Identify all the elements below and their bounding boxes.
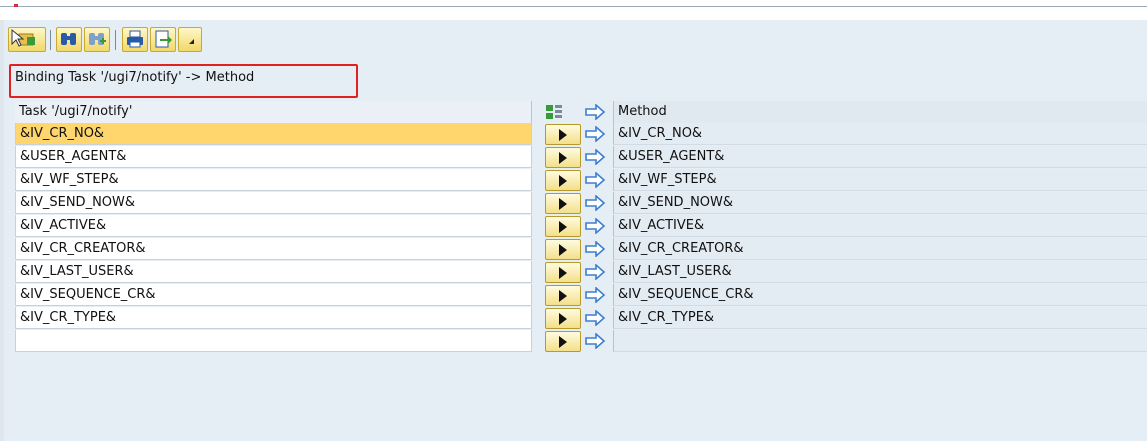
- more-options-button[interactable]: [178, 27, 202, 52]
- row-controls: [532, 123, 613, 145]
- execute-button[interactable]: [545, 239, 581, 260]
- change-button[interactable]: [8, 27, 46, 52]
- row-controls: [532, 238, 613, 260]
- task-column-header: Task '/ugi7/notify': [15, 101, 532, 123]
- method-cell: &IV_LAST_USER&: [613, 261, 1147, 283]
- execute-button[interactable]: [545, 124, 581, 145]
- play-icon: [559, 290, 567, 302]
- table-row[interactable]: [15, 330, 1147, 353]
- row-controls: [532, 307, 613, 329]
- table-row[interactable]: &USER_AGENT& &USER_AGENT&: [15, 146, 1147, 169]
- method-cell: &IV_CR_CREATOR&: [613, 238, 1147, 260]
- arrow-right-icon: [585, 264, 606, 280]
- arrow-right-icon: [585, 287, 606, 303]
- arrow-right-icon: [585, 310, 606, 326]
- arrow-right-icon: [585, 172, 606, 188]
- grid-settings-icon[interactable]: [544, 102, 564, 122]
- play-icon: [559, 129, 567, 141]
- table-header: Task '/ugi7/notify' Method: [15, 101, 1147, 123]
- execute-button[interactable]: [545, 285, 581, 306]
- task-cell[interactable]: &IV_ACTIVE&: [15, 215, 532, 237]
- method-cell: [613, 330, 1147, 352]
- row-controls: [532, 146, 613, 168]
- arrow-right-icon: [585, 104, 606, 120]
- print-icon: [127, 30, 143, 48]
- play-icon: [559, 175, 567, 187]
- execute-button[interactable]: [545, 147, 581, 168]
- highlight-box: [9, 64, 358, 98]
- print-button[interactable]: [122, 27, 148, 52]
- row-controls: [532, 192, 613, 214]
- table-row[interactable]: &IV_SEND_NOW& &IV_SEND_NOW&: [15, 192, 1147, 215]
- find-next-button[interactable]: [84, 27, 110, 52]
- task-cell[interactable]: &IV_CR_CREATOR&: [15, 238, 532, 260]
- method-cell: &IV_CR_NO&: [613, 123, 1147, 145]
- toolbar-separator: [115, 30, 116, 50]
- row-controls: [532, 261, 613, 283]
- execute-button[interactable]: [545, 262, 581, 283]
- arrow-right-icon: [585, 195, 606, 211]
- toolbar-separator: [50, 30, 51, 50]
- find-button[interactable]: [56, 27, 82, 52]
- task-cell[interactable]: &IV_SEND_NOW&: [15, 192, 532, 214]
- execute-button[interactable]: [545, 216, 581, 237]
- play-icon: [559, 244, 567, 256]
- play-icon: [559, 198, 567, 210]
- method-column-header: Method: [613, 101, 1147, 123]
- top-red-marker: [14, 4, 18, 7]
- play-icon: [559, 313, 567, 325]
- method-cell: &IV_SEQUENCE_CR&: [613, 284, 1147, 306]
- method-cell: &USER_AGENT&: [613, 146, 1147, 168]
- execute-button[interactable]: [545, 331, 581, 352]
- execute-button[interactable]: [545, 193, 581, 214]
- arrow-right-icon: [585, 333, 606, 349]
- table-row[interactable]: &IV_LAST_USER& &IV_LAST_USER&: [15, 261, 1147, 284]
- task-cell[interactable]: &IV_CR_NO&: [15, 123, 532, 145]
- sap-workflow-binding-screen: Binding Task '/ugi7/notify' -> Method Ta…: [0, 0, 1147, 441]
- table-row[interactable]: &IV_WF_STEP& &IV_WF_STEP&: [15, 169, 1147, 192]
- play-icon: [559, 221, 567, 233]
- table-row[interactable]: &IV_CR_CREATOR& &IV_CR_CREATOR&: [15, 238, 1147, 261]
- row-controls: [532, 330, 613, 352]
- arrow-right-icon: [585, 126, 606, 142]
- export-button[interactable]: [150, 27, 176, 52]
- header-controls: [532, 101, 613, 123]
- play-icon: [559, 267, 567, 279]
- change-icon: [11, 28, 35, 47]
- task-cell[interactable]: &IV_SEQUENCE_CR&: [15, 284, 532, 306]
- arrow-right-icon: [585, 149, 606, 165]
- find-next-icon: [89, 33, 106, 45]
- task-cell[interactable]: &IV_CR_TYPE&: [15, 307, 532, 329]
- task-cell[interactable]: [15, 330, 532, 352]
- method-cell: &IV_WF_STEP&: [613, 169, 1147, 191]
- row-controls: [532, 169, 613, 191]
- table-row[interactable]: &IV_CR_NO& &IV_CR_NO&: [15, 123, 1147, 146]
- table-row[interactable]: &IV_ACTIVE& &IV_ACTIVE&: [15, 215, 1147, 238]
- task-cell[interactable]: &IV_WF_STEP&: [15, 169, 532, 191]
- task-cell[interactable]: &IV_LAST_USER&: [15, 261, 532, 283]
- method-cell: &IV_CR_TYPE&: [613, 307, 1147, 329]
- execute-button[interactable]: [545, 308, 581, 329]
- toolbar: [4, 22, 1147, 58]
- table-row[interactable]: &IV_SEQUENCE_CR& &IV_SEQUENCE_CR&: [15, 284, 1147, 307]
- row-controls: [532, 215, 613, 237]
- find-icon: [61, 33, 76, 45]
- play-icon: [559, 152, 567, 164]
- method-cell: &IV_SEND_NOW&: [613, 192, 1147, 214]
- arrow-right-icon: [585, 218, 606, 234]
- export-icon: [155, 30, 172, 48]
- execute-button[interactable]: [545, 170, 581, 191]
- table-row[interactable]: &IV_CR_TYPE& &IV_CR_TYPE&: [15, 307, 1147, 330]
- play-icon: [559, 336, 567, 348]
- dropdown-icon: [189, 39, 194, 44]
- method-cell: &IV_ACTIVE&: [613, 215, 1147, 237]
- task-cell[interactable]: &USER_AGENT&: [15, 146, 532, 168]
- top-divider: [0, 6, 1147, 7]
- arrow-right-icon: [585, 241, 606, 257]
- row-controls: [532, 284, 613, 306]
